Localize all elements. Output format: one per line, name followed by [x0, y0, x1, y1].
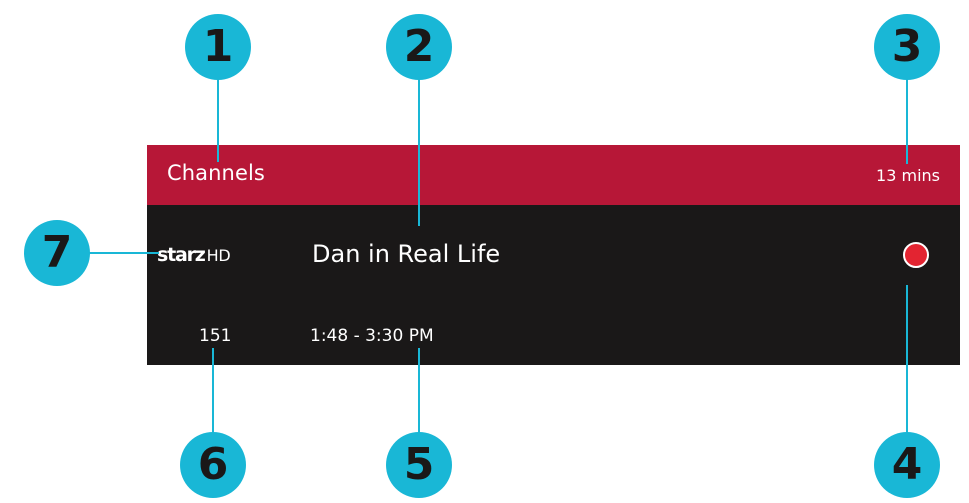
channel-number: 151	[199, 326, 232, 346]
program-title: Dan in Real Life	[312, 240, 501, 268]
callout-4: 4	[874, 432, 940, 498]
program-time-range: 1:48 - 3:30 PM	[310, 326, 434, 346]
program-details: starz HD Dan in Real Life 151 1:48 - 3:3…	[147, 205, 960, 365]
network-logo-suffix: HD	[206, 246, 231, 265]
header-title: Channels	[167, 161, 265, 185]
callout-1: 1	[185, 14, 251, 80]
callout-7: 7	[24, 220, 90, 286]
network-logo-text: starz	[157, 244, 206, 266]
network-logo: starz HD	[157, 244, 231, 266]
record-dot-icon	[903, 242, 929, 268]
callout-6: 6	[180, 432, 246, 498]
callout-3: 3	[874, 14, 940, 80]
panel-header: Channels 13 mins	[147, 145, 960, 205]
callout-5: 5	[386, 432, 452, 498]
channel-info-panel[interactable]: Channels 13 mins starz HD Dan in Real Li…	[147, 145, 960, 365]
callout-2: 2	[386, 14, 452, 80]
time-remaining: 13 mins	[876, 166, 940, 185]
